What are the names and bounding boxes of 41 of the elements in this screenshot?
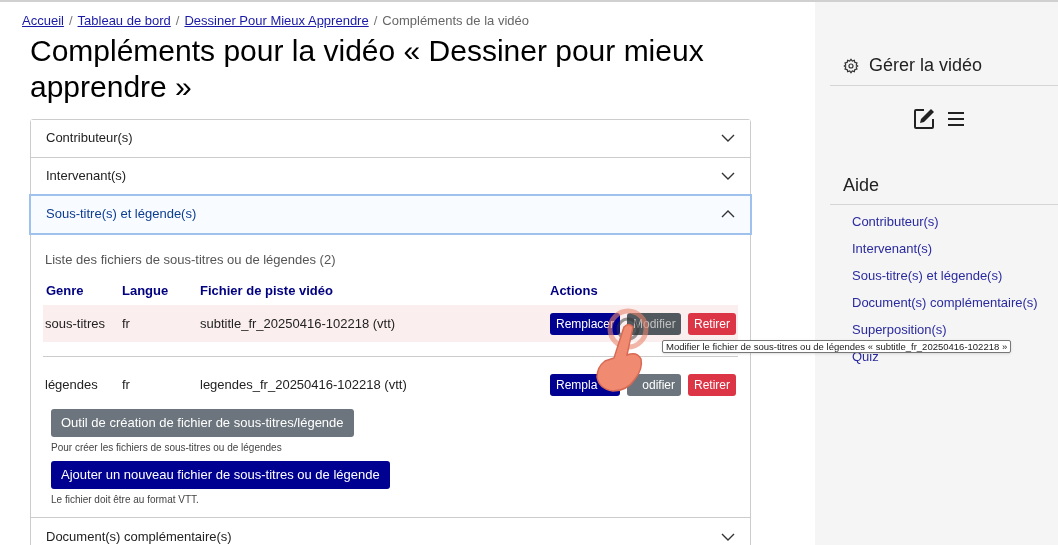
breadcrumb-current: Compléments de la vidéo [382, 12, 529, 30]
help-link[interactable]: Intervenant(s) [852, 242, 1058, 256]
action-button[interactable]: Remplacer [550, 312, 620, 335]
edit-icon[interactable] [913, 108, 935, 130]
table-cell-text: fr [122, 375, 131, 394]
settings-icon [843, 57, 859, 74]
accordion-header[interactable]: Sous-titre(s) et légende(s) [31, 195, 750, 233]
tool-button[interactable]: Outil de création de fichier de sous-titres/légende [51, 409, 354, 437]
breadcrumb-link[interactable]: Dessiner Pour Mieux Apprendre [184, 11, 369, 31]
tooltip: Modifier le fichier de sous-titres ou de légendes « subtitle_fr_20250416-102218 » [662, 340, 1012, 353]
page-title: Compléments pour la vidéo « Dessiner pour mieux apprendre » [30, 32, 705, 105]
table-cell-text: legendes_fr_20250416-102218 (vtt) [200, 375, 408, 394]
chevron-down-icon [721, 172, 735, 180]
help-link[interactable]: Document(s) complémentaire(s) [852, 296, 1058, 310]
action-button[interactable]: Retirer [688, 373, 736, 396]
table-cell-text: fr [122, 314, 131, 333]
breadcrumb-separator: / [68, 12, 73, 30]
table-caption: Liste des fichiers de sous-titres ou de légendes (2) [45, 250, 337, 269]
table-cell-text: sous-titres [45, 314, 106, 333]
chevron-up-icon [721, 210, 735, 218]
column-header: Fichier de piste vidéo [200, 282, 334, 299]
column-header: Actions [550, 282, 598, 299]
help-link[interactable]: Superposition(s) [852, 323, 1058, 337]
table-cell-text: légendes [45, 375, 99, 394]
manage-video-heading: Gérer la vidéo [869, 54, 983, 77]
help-text: Pour créer les fichiers de sous-titres ou de légendes [51, 441, 283, 455]
breadcrumb-separator: / [373, 12, 378, 30]
column-header: Genre [45, 282, 85, 299]
action-button[interactable]: Retirer [688, 312, 736, 335]
breadcrumb-link[interactable]: Accueil [22, 11, 64, 31]
column-header: Langue [122, 282, 170, 299]
chevron-down-icon [721, 532, 735, 541]
breadcrumb-link[interactable]: Tableau de bord [77, 11, 171, 31]
table-cell-text: subtitle_fr_20250416-102218 (vtt) [200, 314, 397, 333]
breadcrumb-separator: / [175, 12, 180, 30]
add-file-button[interactable]: Ajouter un nouveau fichier de sous-titres ou de légende [51, 461, 390, 489]
help-link[interactable]: Sous-titre(s) et légende(s) [852, 269, 1058, 283]
chevron-down-icon [721, 134, 735, 142]
help-heading: Aide [843, 175, 880, 195]
help-link[interactable]: Contributeur(s) [852, 215, 1058, 229]
help-text: Le fichier doit être au format VTT. [51, 493, 200, 507]
